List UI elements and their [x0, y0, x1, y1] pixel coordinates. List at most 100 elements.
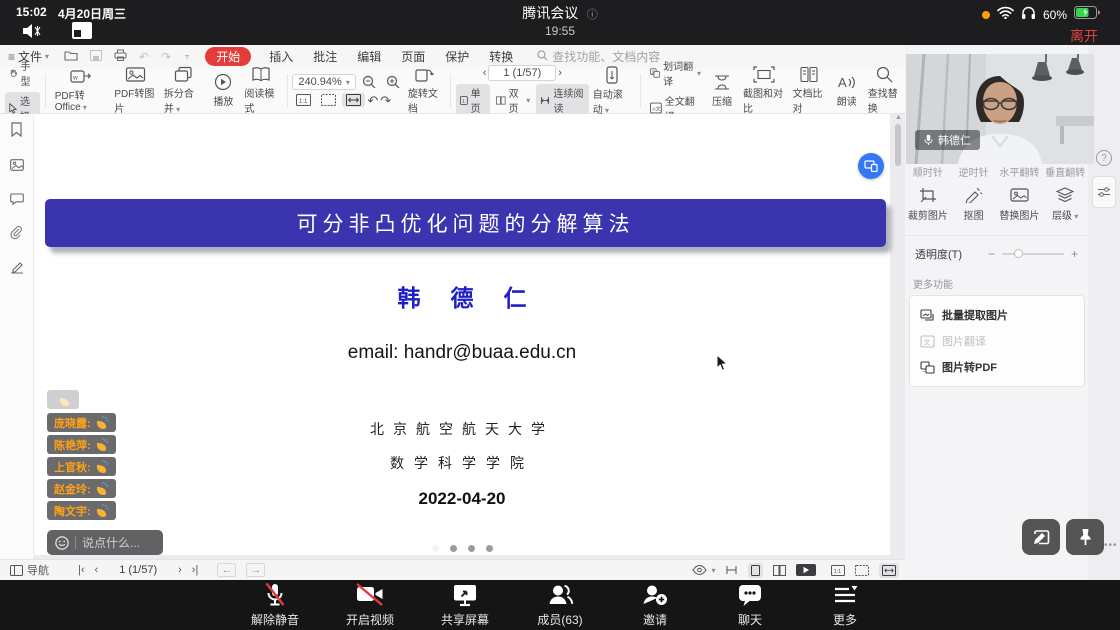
status-actual-size-button[interactable]: 1:1 — [831, 565, 845, 576]
single-page-view-button[interactable] — [748, 563, 763, 578]
fit-width-button[interactable] — [342, 93, 365, 107]
speaker-video[interactable]: 韩德仁 — [906, 54, 1094, 164]
zoom-in-button[interactable] — [382, 74, 404, 90]
flip-vertical-label[interactable]: 垂直翻转 — [1042, 164, 1088, 179]
print-icon[interactable] — [114, 49, 127, 64]
first-page-button[interactable]: |‹ — [78, 564, 85, 576]
play-slideshow-button[interactable]: 播放 — [206, 71, 240, 110]
pdf-to-office-button[interactable]: w PDF转Office ▾ — [51, 66, 111, 115]
find-replace-button[interactable]: 查找替换 — [864, 64, 905, 117]
pdf-to-image-button[interactable]: PDF转图片 — [110, 64, 160, 117]
save-icon[interactable] — [90, 50, 102, 64]
battery-percent: 60% — [1043, 8, 1067, 22]
image-to-pdf-button[interactable]: 图片转PDF — [910, 354, 1084, 380]
status-fit-width-button[interactable] — [879, 563, 899, 578]
compress-button[interactable]: 压缩 — [705, 72, 739, 110]
share-screen-button[interactable]: 共享屏幕 — [439, 580, 491, 630]
find-replace-label: 查找替换 — [868, 85, 901, 115]
tab-convert[interactable]: 转换 — [489, 48, 513, 65]
leave-meeting-button[interactable]: 离开 — [1070, 26, 1098, 46]
invite-button[interactable]: 邀请 — [629, 580, 681, 630]
stamp-icon[interactable] — [10, 261, 24, 279]
opacity-plus-button[interactable]: + — [1071, 247, 1078, 261]
zoom-value-select[interactable]: 240.94% ▾ — [292, 74, 355, 90]
prev-page-icon[interactable]: ‹ — [483, 68, 487, 79]
batch-extract-images-button[interactable]: 批量提取图片 — [910, 302, 1084, 328]
play-view-button[interactable] — [796, 564, 816, 576]
actual-size-button[interactable]: 1:1 — [292, 93, 315, 107]
rotate-right-icon[interactable]: ↷ — [380, 94, 391, 107]
view-forward-button[interactable]: → — [246, 563, 265, 577]
chat-input[interactable]: 说点什么... — [47, 530, 163, 555]
tab-insert[interactable]: 插入 — [269, 48, 293, 65]
chat-button[interactable]: 聊天 — [724, 580, 776, 630]
view-back-button[interactable]: ← — [217, 563, 236, 577]
attachments-icon[interactable] — [10, 226, 23, 245]
doc-compare-button[interactable]: 文档比对 — [789, 64, 830, 117]
tab-edit[interactable]: 编辑 — [357, 48, 381, 65]
hand-tool-label: 手型 — [20, 58, 35, 88]
read-mode-button[interactable]: 阅读模式 — [240, 64, 281, 117]
word-translate-button[interactable]: 文 划词翻译 ▾ — [646, 57, 705, 89]
open-file-icon[interactable] — [64, 50, 78, 64]
panel-settings-button[interactable] — [1092, 176, 1116, 208]
flip-horizontal-label[interactable]: 水平翻转 — [997, 164, 1043, 179]
single-page-button[interactable]: 1 单页 — [456, 84, 490, 116]
status-fit-page-button[interactable] — [855, 565, 869, 576]
unmute-button[interactable]: 解除静音 — [249, 580, 301, 630]
start-video-button[interactable]: 开启视频 — [344, 580, 396, 630]
opacity-slider[interactable] — [1002, 253, 1064, 255]
redo-icon[interactable]: ↷ — [161, 50, 171, 64]
prev-page-button[interactable]: ‹ — [95, 564, 99, 576]
rotate-cw-label[interactable]: 顺时针 — [905, 164, 951, 179]
rotate-left-icon[interactable]: ↶ — [367, 94, 378, 107]
emoji-icon[interactable] — [55, 536, 69, 550]
feature-search-input[interactable]: 查找功能、文档内容 — [537, 48, 660, 65]
double-page-button[interactable]: 双页 ▾ — [492, 84, 534, 116]
fit-page-button[interactable] — [317, 93, 340, 107]
rotate-document-button[interactable]: 旋转文档 — [404, 64, 445, 117]
hand-tool-button[interactable]: 手型 — [5, 57, 40, 89]
members-button[interactable]: 成员(63) — [534, 580, 586, 630]
last-page-button[interactable]: ›| — [192, 564, 199, 576]
continuous-view-button[interactable] — [725, 565, 738, 575]
pdf-to-office-icon: w — [70, 68, 92, 85]
comments-icon[interactable] — [10, 192, 24, 210]
more-button[interactable]: 更多 — [819, 580, 871, 630]
page-indicator-box[interactable]: 1 (1/57) — [488, 65, 556, 81]
annotate-button[interactable] — [1022, 519, 1060, 555]
rotate-ccw-label[interactable]: 逆时针 — [951, 164, 997, 179]
more-dots-icon[interactable]: ••• — [1104, 540, 1118, 551]
tab-protect[interactable]: 保护 — [445, 48, 469, 65]
next-page-button[interactable]: › — [178, 564, 182, 576]
zoom-out-button[interactable] — [358, 74, 380, 90]
navigation-toggle[interactable]: 导航 — [10, 562, 49, 578]
meeting-info-icon[interactable]: ⓘ — [587, 9, 598, 21]
continuous-read-button[interactable]: 连续阅读 — [536, 84, 589, 116]
split-merge-button[interactable]: 拆分合并 ▾ — [160, 64, 206, 117]
screenshot-compare-button[interactable]: 截图和对比 — [739, 64, 789, 117]
next-page-icon[interactable]: › — [558, 68, 562, 79]
toolbar-options-icon[interactable]: ▿ — [185, 52, 189, 61]
replace-image-button[interactable]: 替换图片 — [997, 187, 1043, 222]
help-icon[interactable]: ? — [1096, 150, 1112, 166]
eye-protection-button[interactable]: ▾ — [692, 565, 715, 575]
tab-page[interactable]: 页面 — [401, 48, 425, 65]
crop-image-button[interactable]: 裁剪图片 — [905, 187, 951, 222]
scrollbar-thumb[interactable] — [895, 124, 901, 166]
layer-button[interactable]: 层级 ▾ — [1042, 187, 1088, 222]
pin-button[interactable] — [1066, 519, 1104, 555]
document-scrollbar[interactable]: ▲ — [895, 116, 901, 552]
read-aloud-button[interactable]: A 朗读 — [830, 72, 864, 110]
opacity-slider-knob[interactable] — [1014, 249, 1023, 258]
double-page-view-button[interactable] — [773, 565, 786, 576]
image-translate-button[interactable]: 文 图片翻译 — [910, 328, 1084, 354]
images-icon[interactable] — [10, 158, 24, 176]
opacity-minus-button[interactable]: − — [988, 247, 995, 261]
undo-icon[interactable]: ↶ — [139, 50, 149, 64]
auto-scroll-button[interactable]: 自动滚动 ▾ — [589, 64, 635, 118]
tab-comment[interactable]: 批注 — [313, 48, 337, 65]
wps-assistant-button[interactable] — [858, 153, 884, 179]
bookmarks-icon[interactable] — [10, 122, 23, 142]
cutout-button[interactable]: 抠图 — [951, 187, 997, 222]
